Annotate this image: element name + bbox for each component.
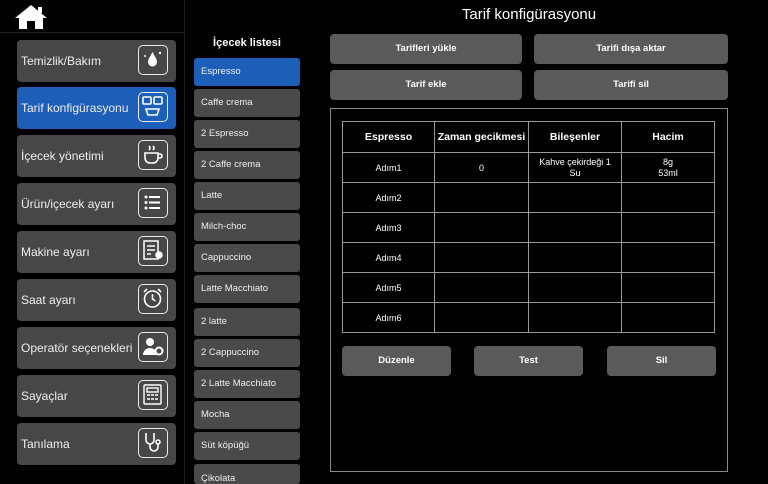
- column-header: Zaman gecikmesi: [434, 121, 529, 153]
- stethoscope-icon: [138, 428, 168, 458]
- home-icon[interactable]: [14, 4, 48, 30]
- column-header: Hacim: [621, 121, 715, 153]
- ingredients-cell: [528, 212, 622, 243]
- recipe-icon: [138, 92, 168, 122]
- sidebar-item-product[interactable]: Ürün/içecek ayarı: [17, 183, 176, 225]
- sidebar-item-label: Tarif konfigürasyonu: [21, 101, 129, 115]
- table-row[interactable]: Adım1 0 Kahve çekirdeği 1 Su 8g 53ml: [342, 152, 715, 183]
- volume-cell: [621, 212, 715, 243]
- step-name-cell: Adım3: [342, 212, 435, 243]
- volume-cell: [621, 242, 715, 273]
- drink-item[interactable]: Latte: [194, 182, 300, 210]
- machine-settings-icon: [138, 236, 168, 266]
- drink-item[interactable]: Süt köpüğü: [194, 432, 300, 460]
- clock-icon: [138, 284, 168, 314]
- drink-item[interactable]: Cappuccino: [194, 244, 300, 272]
- load-recipes-button[interactable]: Tarifleri yükle: [330, 34, 522, 64]
- ingredients-cell: [528, 242, 622, 273]
- cleaning-icon: [138, 45, 168, 75]
- volume-cell: [621, 272, 715, 303]
- sidebar-item-label: Temizlik/Bakım: [21, 54, 102, 68]
- column-header: Espresso: [342, 121, 435, 153]
- drink-item[interactable]: Çikolata: [194, 464, 300, 484]
- recipe-steps-table: Espresso Zaman gecikmesi Bileşenler Haci…: [342, 121, 715, 333]
- sidebar-item-counters[interactable]: Sayaçlar: [17, 375, 176, 417]
- delay-cell: [434, 242, 529, 273]
- sidebar-divider: [184, 0, 185, 484]
- page-title: Tarif konfigürasyonu: [461, 6, 597, 23]
- table-header-row: Espresso Zaman gecikmesi Bileşenler Haci…: [342, 121, 715, 153]
- sidebar-item-diagnostics[interactable]: Tanılama: [17, 423, 176, 465]
- step-name-cell: Adım6: [342, 302, 435, 333]
- drink-item[interactable]: 2 latte: [194, 308, 300, 336]
- sidebar-item-clock[interactable]: Saat ayarı: [17, 279, 176, 321]
- table-row[interactable]: Adım6: [342, 302, 715, 333]
- volume-cell: 8g 53ml: [621, 152, 715, 183]
- sidebar-item-recipe[interactable]: Tarif konfigürasyonu: [17, 87, 176, 129]
- delay-cell: 0: [434, 152, 529, 183]
- sidebar-item-cleaning[interactable]: Temizlik/Bakım: [17, 40, 176, 82]
- drink-item[interactable]: Milch-choc: [194, 213, 300, 241]
- sidebar-item-machine[interactable]: Makine ayarı: [17, 231, 176, 273]
- column-header: Bileşenler: [528, 121, 622, 153]
- ingredients-cell: [528, 302, 622, 333]
- add-recipe-button[interactable]: Tarif ekle: [330, 70, 522, 100]
- test-button[interactable]: Test: [474, 346, 583, 376]
- ingredients-cell: [528, 182, 622, 213]
- delete-recipe-button[interactable]: Tarifi sil: [534, 70, 728, 100]
- coffee-cup-icon: [138, 140, 168, 170]
- delay-cell: [434, 302, 529, 333]
- step-name-cell: Adım2: [342, 182, 435, 213]
- drink-item[interactable]: 2 Espresso: [194, 120, 300, 148]
- export-recipe-button[interactable]: Tarifi dışa aktar: [534, 34, 728, 64]
- table-row[interactable]: Adım2: [342, 182, 715, 213]
- ingredients-cell: [528, 272, 622, 303]
- step-name-cell: Adım1: [342, 152, 435, 183]
- sidebar-item-label: Ürün/içecek ayarı: [21, 197, 115, 211]
- sidebar-item-label: Saat ayarı: [21, 293, 76, 307]
- volume-cell: [621, 302, 715, 333]
- table-row[interactable]: Adım4: [342, 242, 715, 273]
- sidebar-item-label: Tanılama: [21, 437, 70, 451]
- table-row[interactable]: Adım3: [342, 212, 715, 243]
- sidebar-item-label: Operatör seçenekleri: [21, 341, 133, 355]
- operator-icon: [138, 332, 168, 362]
- drink-item[interactable]: Mocha: [194, 401, 300, 429]
- sidebar-item-operator[interactable]: Operatör seçenekleri: [17, 327, 176, 369]
- delay-cell: [434, 272, 529, 303]
- list-icon: [138, 188, 168, 218]
- header-divider: [0, 32, 184, 33]
- delay-cell: [434, 182, 529, 213]
- edit-button[interactable]: Düzenle: [342, 346, 451, 376]
- drink-item[interactable]: Caffe crema: [194, 89, 300, 117]
- delay-cell: [434, 212, 529, 243]
- drink-item-espresso[interactable]: Espresso: [194, 58, 300, 86]
- drink-item[interactable]: 2 Latte Macchiato: [194, 370, 300, 398]
- sidebar-item-label: Makine ayarı: [21, 245, 90, 259]
- table-row[interactable]: Adım5: [342, 272, 715, 303]
- drink-item[interactable]: Latte Macchiato: [194, 275, 300, 303]
- step-name-cell: Adım4: [342, 242, 435, 273]
- sidebar-item-label: Sayaçlar: [21, 389, 68, 403]
- drink-item[interactable]: 2 Cappuccino: [194, 339, 300, 367]
- volume-cell: [621, 182, 715, 213]
- sidebar-item-label: İçecek yönetimi: [21, 149, 104, 163]
- step-name-cell: Adım5: [342, 272, 435, 303]
- ingredients-cell: Kahve çekirdeği 1 Su: [528, 152, 622, 183]
- drink-list-title: İçecek listesi: [213, 37, 281, 49]
- calculator-icon: [138, 380, 168, 410]
- delete-button[interactable]: Sil: [607, 346, 716, 376]
- drink-item[interactable]: 2 Caffe crema: [194, 151, 300, 179]
- sidebar-item-drinks[interactable]: İçecek yönetimi: [17, 135, 176, 177]
